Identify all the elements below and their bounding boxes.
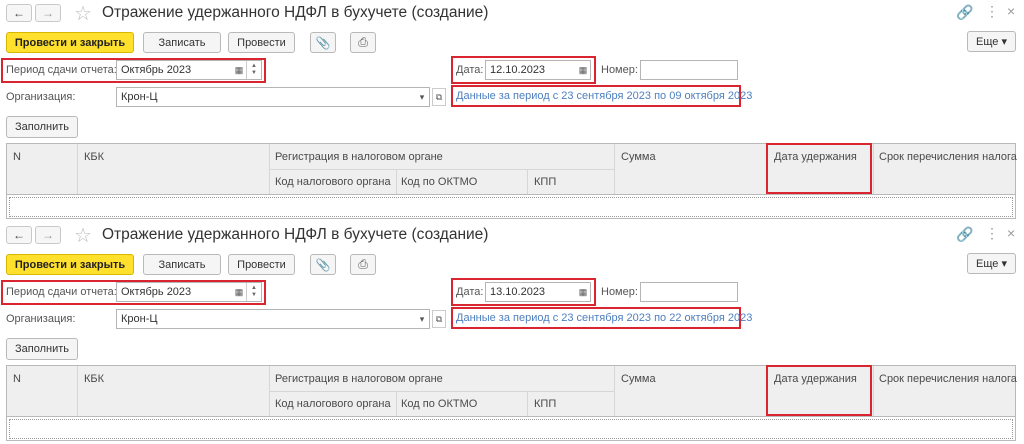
organization-label: Организация:: [6, 91, 76, 103]
col-header-kpp[interactable]: КПП: [534, 176, 556, 188]
calendar-icon[interactable]: ▦: [232, 287, 246, 298]
more-menu-button[interactable]: Еще ▾: [967, 31, 1016, 52]
page-title: Отражение удержанного НДФЛ в бухучете (с…: [102, 226, 489, 243]
calendar-icon[interactable]: ▦: [576, 65, 590, 76]
col-header-registration[interactable]: Регистрация в налоговом органе: [275, 151, 443, 163]
post-button[interactable]: Провести: [228, 32, 295, 53]
organization-field[interactable]: Крон-Ц ▾: [116, 309, 430, 329]
table-empty-row[interactable]: [9, 419, 1013, 439]
withhold-date-highlight-frame: [766, 365, 872, 416]
period-spinner[interactable]: ▲ ▼: [246, 61, 261, 79]
col-header-oktmo[interactable]: Код по ОКТМО: [401, 398, 477, 410]
printer-icon: ⎙: [358, 257, 368, 271]
fill-button[interactable]: Заполнить: [6, 116, 78, 138]
organization-label: Организация:: [6, 313, 76, 325]
open-form-icon[interactable]: ⧉: [432, 310, 446, 328]
data-period-link[interactable]: Данные за период с 23 сентября 2023 по 0…: [456, 90, 752, 102]
col-header-transfer-deadline[interactable]: Срок перечисления налога: [879, 373, 1017, 385]
star-icon[interactable]: ☆: [74, 1, 92, 26]
period-field[interactable]: Октябрь 2023 ▦ ▲ ▼: [116, 60, 262, 80]
col-header-transfer-deadline[interactable]: Срок перечисления налога: [879, 151, 1017, 163]
back-arrow-icon: ←: [13, 6, 25, 20]
period-value: Октябрь 2023: [121, 286, 192, 298]
col-header-kbk[interactable]: КБК: [84, 373, 104, 385]
open-form-icon[interactable]: ⧉: [432, 88, 446, 106]
fill-button[interactable]: Заполнить: [6, 338, 78, 360]
data-period-link[interactable]: Данные за период с 23 сентября 2023 по 2…: [456, 312, 752, 324]
star-icon[interactable]: ☆: [74, 223, 92, 248]
page-title: Отражение удержанного НДФЛ в бухучете (с…: [102, 4, 489, 21]
number-field[interactable]: [640, 60, 738, 80]
table-empty-row[interactable]: [9, 197, 1013, 217]
col-header-registration[interactable]: Регистрация в налоговом органе: [275, 373, 443, 385]
post-and-close-button[interactable]: Провести и закрыть: [6, 254, 134, 275]
col-header-tax-code[interactable]: Код налогового органа: [275, 398, 391, 410]
printer-icon: ⎙: [358, 35, 368, 49]
col-header-kbk[interactable]: КБК: [84, 151, 104, 163]
back-arrow-icon: ←: [13, 228, 25, 242]
attach-button[interactable]: 📎: [310, 32, 336, 53]
col-header-tax-code[interactable]: Код налогового органа: [275, 176, 391, 188]
calendar-icon[interactable]: ▦: [576, 287, 590, 298]
organization-value: Крон-Ц: [121, 91, 158, 103]
more-menu-button[interactable]: Еще ▾: [967, 253, 1016, 274]
period-field[interactable]: Октябрь 2023 ▦ ▲ ▼: [116, 282, 262, 302]
date-label: Дата:: [456, 286, 484, 298]
calendar-icon[interactable]: ▦: [232, 65, 246, 76]
document-form-1: ← → ☆ Отражение удержанного НДФЛ в бухуч…: [0, 0, 1024, 222]
back-button[interactable]: ←: [6, 4, 32, 22]
link-icon[interactable]: 🔗: [956, 226, 973, 243]
print-button[interactable]: ⎙: [350, 254, 376, 275]
close-icon[interactable]: ×: [1007, 225, 1015, 241]
withhold-date-highlight-frame: [766, 143, 872, 194]
col-header-n[interactable]: N: [13, 151, 21, 163]
col-header-n[interactable]: N: [13, 373, 21, 385]
more-vertical-icon[interactable]: ⋮: [985, 225, 999, 242]
paperclip-icon: 📎: [315, 35, 331, 50]
paperclip-icon: 📎: [315, 257, 331, 272]
close-icon[interactable]: ×: [1007, 3, 1015, 19]
save-button[interactable]: Записать: [143, 254, 221, 275]
back-button[interactable]: ←: [6, 226, 32, 244]
period-label: Период сдачи отчета:: [6, 286, 117, 298]
document-form-2: ← → ☆ Отражение удержанного НДФЛ в бухуч…: [0, 222, 1024, 444]
period-spinner[interactable]: ▲ ▼: [246, 283, 261, 301]
forward-arrow-icon: →: [42, 6, 54, 20]
number-label: Номер:: [601, 286, 638, 298]
forward-button[interactable]: →: [35, 4, 61, 22]
forward-arrow-icon: →: [42, 228, 54, 242]
col-header-oktmo[interactable]: Код по ОКТМО: [401, 176, 477, 188]
col-header-sum[interactable]: Сумма: [621, 151, 656, 163]
date-value: 13.10.2023: [490, 286, 546, 298]
dropdown-arrow-icon[interactable]: ▾: [415, 92, 429, 103]
link-icon[interactable]: 🔗: [956, 4, 973, 21]
date-field[interactable]: 12.10.2023 ▦: [485, 60, 591, 80]
more-vertical-icon[interactable]: ⋮: [985, 3, 999, 20]
print-button[interactable]: ⎙: [350, 32, 376, 53]
organization-field[interactable]: Крон-Ц ▾: [116, 87, 430, 107]
number-field[interactable]: [640, 282, 738, 302]
date-value: 12.10.2023: [490, 64, 546, 76]
post-button[interactable]: Провести: [228, 254, 295, 275]
number-label: Номер:: [601, 64, 638, 76]
post-and-close-button[interactable]: Провести и закрыть: [6, 32, 134, 53]
date-field[interactable]: 13.10.2023 ▦: [485, 282, 591, 302]
date-label: Дата:: [456, 64, 484, 76]
period-label: Период сдачи отчета:: [6, 64, 117, 76]
organization-value: Крон-Ц: [121, 313, 158, 325]
save-button[interactable]: Записать: [143, 32, 221, 53]
col-header-sum[interactable]: Сумма: [621, 373, 656, 385]
dropdown-arrow-icon[interactable]: ▾: [415, 314, 429, 325]
attach-button[interactable]: 📎: [310, 254, 336, 275]
forward-button[interactable]: →: [35, 226, 61, 244]
col-header-kpp[interactable]: КПП: [534, 398, 556, 410]
period-value: Октябрь 2023: [121, 64, 192, 76]
